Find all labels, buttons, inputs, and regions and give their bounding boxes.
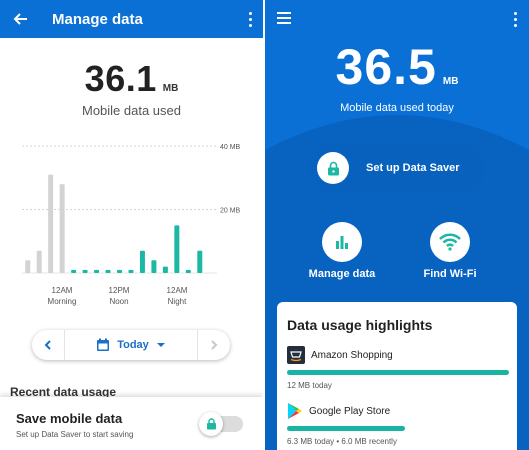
app-name: Amazon Shopping xyxy=(311,349,393,361)
usage-bar xyxy=(287,426,405,431)
chart-bar xyxy=(174,225,180,273)
y-tick-label: 40 MB xyxy=(220,144,241,151)
setup-data-saver-label: Set up Data Saver xyxy=(366,162,460,174)
chart-bar xyxy=(59,184,65,273)
bar-chart-icon xyxy=(336,236,348,249)
today-usage-amount: 36.5 MB xyxy=(265,38,529,96)
today-usage-label: Mobile data used today xyxy=(340,102,454,114)
back-arrow-icon[interactable] xyxy=(2,0,38,38)
app-name: Google Play Store xyxy=(309,405,391,417)
find-wifi-label: Find Wi-Fi xyxy=(423,268,477,280)
menu-icon[interactable] xyxy=(277,12,291,27)
more-options-icon[interactable] xyxy=(237,0,263,38)
chart-bar xyxy=(162,266,168,273)
chart-bar xyxy=(48,174,54,273)
chart-bar xyxy=(185,269,191,273)
usage-amount: 36.1 MB xyxy=(0,58,263,100)
data-saver-home-screen: 36.5 MB Mobile data used today Set up Dat… xyxy=(265,0,529,450)
x-tick-period-label: Morning xyxy=(48,297,77,306)
chart-bar xyxy=(36,250,42,273)
date-selector: Today xyxy=(32,330,230,360)
next-day-button[interactable] xyxy=(198,330,230,360)
chart-bar xyxy=(197,250,203,273)
data-saver-toggle[interactable] xyxy=(199,412,243,436)
chart-bar xyxy=(71,269,77,273)
amazon-app-icon xyxy=(287,346,305,364)
usage-label: Mobile data used xyxy=(81,103,181,118)
manage-data-button[interactable]: Manage data xyxy=(292,222,392,280)
app-bar: Manage data xyxy=(0,0,263,38)
usage-highlights-card: Data usage highlights Amazon Shopping 12… xyxy=(277,302,517,450)
lock-icon xyxy=(206,418,216,430)
today-usage-value: 36.5 xyxy=(335,39,437,95)
usage-value: 36.1 xyxy=(84,58,157,99)
chart-bar xyxy=(139,250,145,273)
dropdown-arrow-icon xyxy=(156,343,165,347)
usage-unit: MB xyxy=(162,83,179,94)
page-title: Manage data xyxy=(52,10,143,28)
date-dropdown[interactable]: Today xyxy=(65,338,197,352)
today-usage-unit: MB xyxy=(442,76,459,87)
manage-data-screen: Manage data 36.1 MB Mobile data used 40 M… xyxy=(0,0,263,450)
chart-bar xyxy=(25,260,31,273)
save-data-title: Save mobile data xyxy=(16,411,123,426)
play-store-icon xyxy=(288,403,302,419)
wifi-icon xyxy=(439,233,461,251)
chart-bar xyxy=(128,269,134,273)
usage-bar xyxy=(287,370,509,375)
chart-bar xyxy=(151,260,157,273)
chart-bar xyxy=(82,269,88,273)
chart-bar xyxy=(105,269,111,273)
x-tick-label: 12AM xyxy=(52,286,73,295)
date-value: Today xyxy=(117,339,149,351)
app-usage-row[interactable]: Amazon Shopping 12 MB today xyxy=(287,346,509,390)
usage-chart: 40 MB 20 MB 12AM Morning 12PM Noon 12AM Night xyxy=(0,135,263,315)
more-options-icon[interactable] xyxy=(502,0,528,38)
app-usage-row[interactable]: Google Play Store 6.3 MB today • 6.0 MB … xyxy=(287,402,509,446)
toggle-knob xyxy=(199,412,223,436)
calendar-icon xyxy=(97,338,110,351)
usage-chart-svg: 40 MB 20 MB 12AM Morning 12PM Noon 12AM Night xyxy=(22,144,241,306)
x-tick-label: 12PM xyxy=(109,286,130,295)
highlights-title: Data usage highlights xyxy=(287,317,433,333)
app-usage-detail: 12 MB today xyxy=(287,381,332,390)
setup-data-saver-button[interactable]: Set up Data Saver xyxy=(309,143,485,193)
manage-data-label: Manage data xyxy=(308,268,376,280)
y-tick-label: 20 MB xyxy=(220,208,241,215)
chart-bar xyxy=(117,269,122,273)
save-data-card[interactable]: Save mobile data Set up Data Saver to st… xyxy=(0,397,263,450)
x-tick-period-label: Night xyxy=(168,297,187,306)
x-tick-label: 12AM xyxy=(167,286,188,295)
find-wifi-button[interactable]: Find Wi-Fi xyxy=(400,222,500,280)
app-usage-detail: 6.3 MB today • 6.0 MB recently xyxy=(287,437,397,446)
save-data-subtitle: Set up Data Saver to start saving xyxy=(16,430,134,439)
x-tick-period-label: Noon xyxy=(109,297,128,306)
previous-day-button[interactable] xyxy=(32,330,64,360)
lock-icon xyxy=(327,161,339,175)
chart-bar xyxy=(94,269,100,273)
